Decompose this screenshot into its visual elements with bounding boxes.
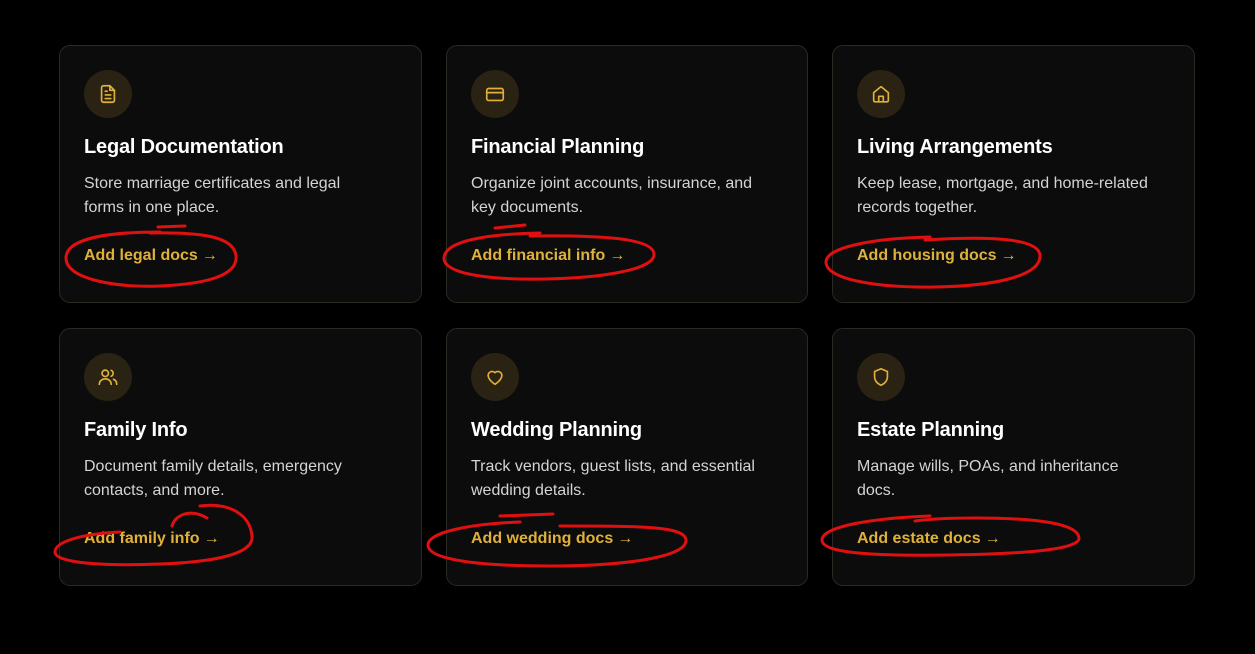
card-estate-planning: Estate Planning Manage wills, POAs, and …: [832, 328, 1195, 586]
card-family-info: Family Info Document family details, eme…: [59, 328, 422, 586]
add-legal-docs-link[interactable]: Add legal docs →: [84, 247, 218, 265]
shield-icon: [857, 353, 905, 401]
arrow-right-icon: →: [203, 530, 220, 547]
action-label: Add financial info: [471, 247, 606, 264]
card-description: Store marriage certificates and legal fo…: [84, 175, 341, 216]
add-family-info-link[interactable]: Add family info →: [84, 530, 220, 548]
card-description: Document family details, emergency conta…: [84, 458, 342, 499]
card-legal-documentation: Legal Documentation Store marriage certi…: [59, 45, 422, 303]
card-title: Family Info: [84, 419, 188, 441]
users-icon: [84, 353, 132, 401]
arrow-right-icon: →: [609, 247, 626, 264]
arrow-right-icon: →: [1000, 247, 1017, 264]
card-description: Manage wills, POAs, and inheritance docs…: [857, 458, 1119, 499]
heart-icon: [471, 353, 519, 401]
credit-card-icon: [471, 70, 519, 118]
home-icon: [857, 70, 905, 118]
action-label: Add wedding docs: [471, 530, 614, 547]
arrow-right-icon: →: [617, 530, 634, 547]
add-estate-docs-link[interactable]: Add estate docs →: [857, 530, 1001, 548]
card-description: Organize joint accounts, insurance, and …: [471, 175, 753, 216]
card-description: Track vendors, guest lists, and essentia…: [471, 458, 755, 499]
category-card-grid: Legal Documentation Store marriage certi…: [59, 45, 1195, 586]
action-label: Add housing docs: [857, 247, 997, 264]
add-housing-docs-link[interactable]: Add housing docs →: [857, 247, 1017, 265]
action-label: Add estate docs: [857, 530, 981, 547]
action-label: Add family info: [84, 530, 200, 547]
arrow-right-icon: →: [201, 247, 218, 264]
action-label: Add legal docs: [84, 247, 198, 264]
card-title: Wedding Planning: [471, 419, 642, 441]
arrow-right-icon: →: [984, 530, 1001, 547]
add-financial-info-link[interactable]: Add financial info →: [471, 247, 625, 265]
card-wedding-planning: Wedding Planning Track vendors, guest li…: [446, 328, 808, 586]
card-title: Estate Planning: [857, 419, 1005, 441]
card-financial-planning: Financial Planning Organize joint accoun…: [446, 45, 808, 303]
card-description: Keep lease, mortgage, and home-related r…: [857, 175, 1148, 216]
document-icon: [84, 70, 132, 118]
card-title: Legal Documentation: [84, 136, 284, 158]
card-living-arrangements: Living Arrangements Keep lease, mortgage…: [832, 45, 1195, 303]
card-title: Living Arrangements: [857, 136, 1053, 158]
add-wedding-docs-link[interactable]: Add wedding docs →: [471, 530, 633, 548]
card-title: Financial Planning: [471, 136, 645, 158]
